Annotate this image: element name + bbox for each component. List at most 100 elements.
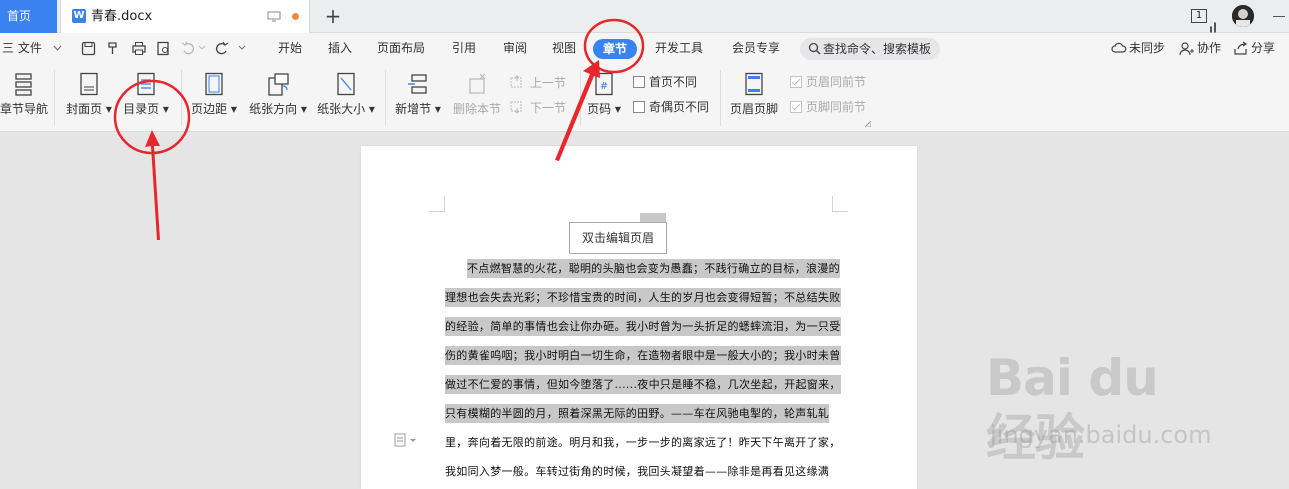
tab-member[interactable]: 会员专享 <box>732 33 780 64</box>
more-chevron-icon[interactable] <box>238 45 246 51</box>
baidu-watermark: Bai du 经验 jingyan.baidu.com <box>986 348 1216 467</box>
paper-size-label: 纸张大小 ▾ <box>317 102 375 116</box>
delete-section-icon <box>469 73 486 94</box>
document-options-icon[interactable] <box>393 433 419 447</box>
margins-button[interactable]: 页边距 ▾ <box>189 72 239 117</box>
tab-review[interactable]: 审阅 <box>503 33 527 64</box>
text-line: 理想也会失去光彩；不珍惜宝贵的时间，人生的岁月也会变得短暂；不总结失败 <box>445 283 841 312</box>
format-painter-icon[interactable] <box>106 41 121 56</box>
new-section-icon <box>408 74 427 94</box>
tab-insert[interactable]: 插入 <box>328 33 352 64</box>
ribbon-divider <box>54 70 55 126</box>
margin-corner-mark <box>832 196 848 212</box>
file-menu[interactable]: 三 文件 <box>2 33 42 64</box>
text-line: 做过不仁爱的事情，但如今堕落了......夜中只是睡不稳，几次坐起，开起窗来， <box>445 370 841 399</box>
cover-page-icon <box>80 72 98 96</box>
next-section-button[interactable]: 下一节 <box>530 100 566 116</box>
first-page-different-label: 首页不同 <box>649 75 698 89</box>
minimize-icon[interactable] <box>1273 16 1285 17</box>
title-tab-bar: 首页 W 青春.docx + 1 <box>0 0 1289 33</box>
document-body[interactable]: 不点燃智慧的火花，聪明的头脑也会变为愚蠢；不践行确立的目标，浪漫的 理想也会失去… <box>445 254 841 486</box>
header-footer-label: 页眉页脚 <box>729 102 778 116</box>
command-search-input[interactable]: 查找命令、搜索模板 <box>800 38 940 60</box>
undo-icon[interactable] <box>181 41 196 56</box>
next-section-icon[interactable] <box>510 100 524 114</box>
save-icon[interactable] <box>81 41 96 56</box>
screen-icon[interactable] <box>267 11 281 22</box>
ribbon-divider <box>181 70 182 126</box>
ribbon-divider <box>580 70 581 126</box>
first-page-different-checkbox[interactable] <box>633 76 645 88</box>
writer-doc-icon: W <box>72 9 86 23</box>
text-line: 里，奔向着无限的前途。明月和我，一步一步的离家远了！昨天下午离开了家， <box>445 436 841 449</box>
footer-same-as-prev-checkbox[interactable] <box>790 101 802 113</box>
orientation-label: 纸张方向 ▾ <box>249 102 307 116</box>
tab-page-layout[interactable]: 页面布局 <box>377 33 425 64</box>
document-page[interactable]: 双击编辑页眉 不点燃智慧的火花，聪明的头脑也会变为愚蠢；不践行确立的目标，浪漫的… <box>361 146 917 489</box>
ribbon-divider <box>720 70 721 126</box>
paper-size-icon <box>337 72 355 96</box>
new-tab-button[interactable]: + <box>322 5 344 27</box>
print-preview-icon[interactable] <box>156 41 171 56</box>
page-number-button[interactable]: # 页码 ▾ <box>584 72 624 117</box>
text-line: 伤的黄雀呜咽；我小时明白一切生命，在造物者眼中是一般大小的；我小时未曾 <box>445 341 841 370</box>
orientation-button[interactable]: 纸张方向 ▾ <box>246 72 310 117</box>
tab-developer[interactable]: 开发工具 <box>655 33 703 64</box>
paper-size-button[interactable]: 纸张大小 ▾ <box>314 72 378 117</box>
delete-section-button[interactable]: 删除本节 <box>450 72 504 117</box>
search-placeholder: 查找命令、搜索模板 <box>823 42 932 56</box>
edit-header-hint[interactable]: 双击编辑页眉 <box>569 222 667 254</box>
tab-references[interactable]: 引用 <box>452 33 476 64</box>
watermark-url: jingyan.baidu.com <box>990 421 1212 449</box>
toc-page-button[interactable]: 目录页 ▾ <box>121 72 171 117</box>
toc-page-label: 目录页 ▾ <box>123 102 169 116</box>
margins-label: 页边距 ▾ <box>191 102 237 116</box>
chapter-nav-button[interactable]: 章节导航 <box>0 72 48 117</box>
orientation-icon <box>268 73 289 96</box>
home-tab[interactable]: 首页 <box>0 0 57 33</box>
prev-section-icon[interactable] <box>510 75 524 89</box>
collaborate-button[interactable]: 协作 <box>1197 33 1221 64</box>
page-number-label: 页码 ▾ <box>587 102 621 116</box>
text-line: 的经验，简单的事情也会让你办砸。我小时曾为一头折足的蟋蟀流泪，为一只受 <box>445 312 841 341</box>
cover-page-label: 封面页 ▾ <box>66 102 112 116</box>
header-same-as-prev-checkbox[interactable] <box>790 76 802 88</box>
header-footer-button[interactable]: 页眉页脚 <box>727 72 781 117</box>
share-button[interactable]: 分享 <box>1251 33 1275 64</box>
toc-page-icon <box>137 72 155 96</box>
redo-icon[interactable] <box>214 41 229 56</box>
margins-icon <box>205 72 223 96</box>
new-section-button[interactable]: 新增节 ▾ <box>393 72 443 117</box>
footer-same-as-prev-label: 页脚同前节 <box>806 100 867 114</box>
search-icon <box>808 42 821 55</box>
new-section-label: 新增节 ▾ <box>395 102 441 116</box>
page-number-icon: # <box>595 72 613 96</box>
cloud-icon <box>1111 42 1127 53</box>
header-same-as-prev-label: 页眉同前节 <box>806 75 867 89</box>
expand-group-icon[interactable] <box>865 121 871 127</box>
sync-status[interactable]: 未同步 <box>1129 33 1165 64</box>
cover-page-button[interactable]: 封面页 ▾ <box>64 72 114 117</box>
chevron-down-icon[interactable] <box>53 45 62 51</box>
tab-start[interactable]: 开始 <box>278 33 302 64</box>
unsaved-dot-icon <box>292 13 299 20</box>
document-tab[interactable]: W 青春.docx <box>60 0 310 33</box>
undo-dropdown-icon[interactable] <box>198 45 206 51</box>
prev-section-button[interactable]: 上一节 <box>530 75 566 91</box>
text-line: 我如同入梦一般。车转过街角的时候，我回头凝望着——除非是再看见这缘满 <box>445 465 830 478</box>
margin-corner-mark <box>429 196 445 212</box>
avatar[interactable] <box>1232 5 1254 27</box>
tab-chapter[interactable]: 章节 <box>593 39 637 59</box>
annotation-arrow-toc-page <box>145 130 160 240</box>
odd-even-different-checkbox[interactable] <box>633 101 645 113</box>
print-icon[interactable] <box>131 41 147 56</box>
tab-view[interactable]: 视图 <box>552 33 576 64</box>
ribbon-divider <box>385 70 386 126</box>
chapter-ribbon: 章节导航 封面页 ▾ 目录页 ▾ 页边距 ▾ 纸张方向 ▾ 纸张大小 ▾ 新增节… <box>0 64 1289 132</box>
menu-bar: 三 文件 开始 插入 页面布局 引用 审阅 视图 章节 开发工具 会员专享 查找… <box>0 33 1289 64</box>
document-tab-title: 青春.docx <box>91 9 153 24</box>
text-line: 只有模糊的半圆的月，照着深黑无际的田野。——车在风驰电掣的，轮声轧轧 <box>445 399 833 428</box>
odd-even-different-label: 奇偶页不同 <box>649 100 710 114</box>
page-count-badge[interactable]: 1 <box>1191 9 1207 23</box>
text-line: 不点燃智慧的火花，聪明的头脑也会变为愚蠢；不践行确立的目标，浪漫的 <box>445 254 840 283</box>
